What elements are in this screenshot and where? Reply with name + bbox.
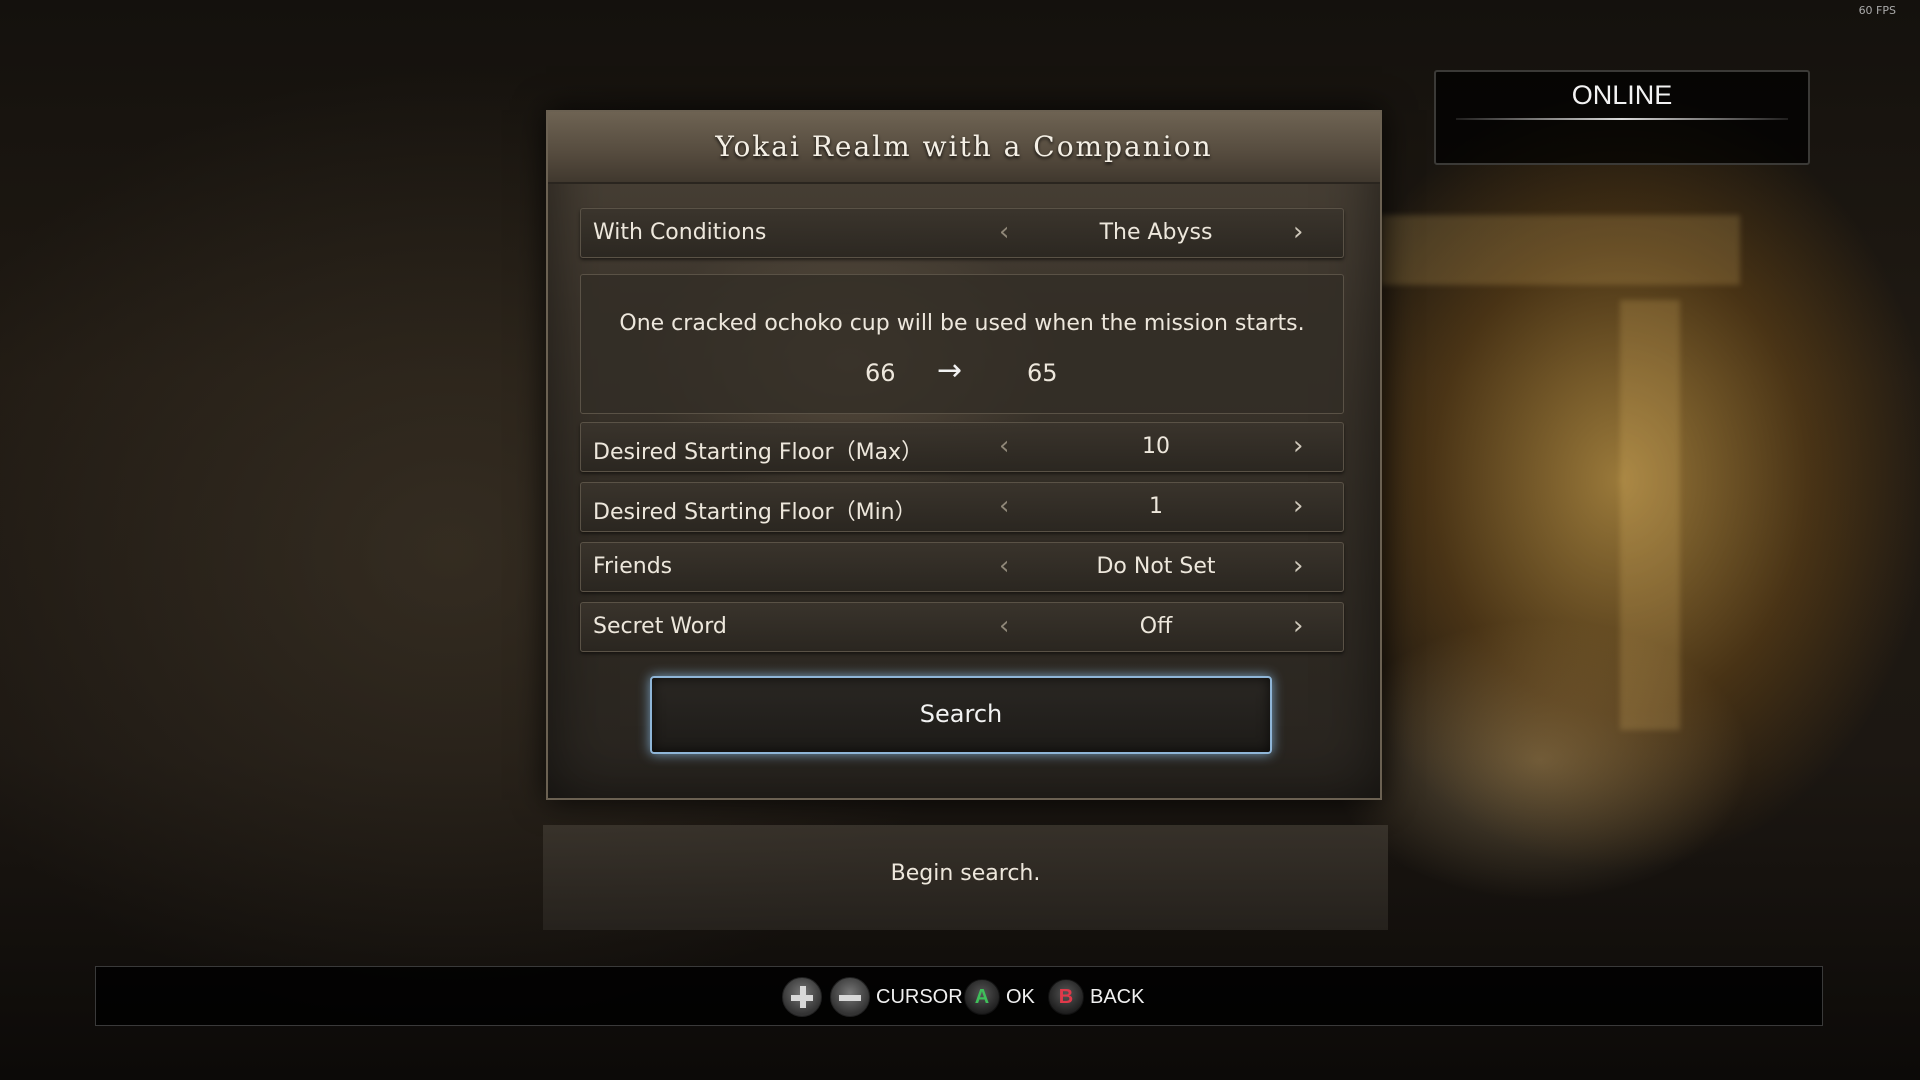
controller-hint-bar: CURSOR A OK B BACK bbox=[95, 966, 1823, 1026]
option-row-friends[interactable]: Friends ‹ Do Not Set › bbox=[580, 542, 1344, 592]
chevron-right-icon[interactable]: › bbox=[1293, 491, 1303, 521]
hint-back-label: BACK bbox=[1090, 985, 1145, 1008]
search-button[interactable]: Search bbox=[650, 676, 1272, 754]
cost-info-box: One cracked ochoko cup will be used when… bbox=[580, 274, 1344, 414]
option-label: Desired Starting Floor（Min） bbox=[593, 500, 917, 525]
option-row-conditions[interactable]: With Conditions ‹ The Abyss › bbox=[580, 208, 1344, 258]
hint-back[interactable]: B BACK bbox=[1048, 977, 1144, 1017]
arrow-right-icon: → bbox=[937, 353, 963, 388]
option-label: Desired Starting Floor（Max） bbox=[593, 440, 924, 465]
option-row-floor-max[interactable]: Desired Starting Floor（Max） ‹ 10 › bbox=[580, 422, 1344, 472]
description-box: Begin search. bbox=[543, 825, 1388, 930]
option-value: 1 bbox=[1149, 494, 1163, 519]
chevron-right-icon[interactable]: › bbox=[1293, 611, 1303, 641]
option-label: Secret Word bbox=[593, 614, 727, 639]
item-count-after: 65 bbox=[1027, 359, 1058, 387]
option-row-secret-word[interactable]: Secret Word ‹ Off › bbox=[580, 602, 1344, 652]
chevron-right-icon[interactable]: › bbox=[1293, 217, 1303, 247]
online-title: ONLINE bbox=[1571, 80, 1673, 110]
dialog-title: Yokai Realm with a Companion bbox=[715, 130, 1213, 163]
option-value: 10 bbox=[1142, 434, 1170, 459]
fps-counter: 60 FPS bbox=[1858, 4, 1896, 17]
chevron-left-icon[interactable]: ‹ bbox=[999, 551, 1009, 581]
option-label: With Conditions bbox=[593, 220, 767, 245]
cost-info-text: One cracked ochoko cup will be used when… bbox=[619, 311, 1305, 336]
option-value: The Abyss bbox=[1099, 220, 1213, 245]
a-button-icon: A bbox=[964, 979, 1000, 1015]
torii-background-pillar bbox=[1620, 300, 1680, 730]
matchmaking-dialog: Yokai Realm with a Companion With Condit… bbox=[546, 110, 1382, 800]
chevron-left-icon[interactable]: ‹ bbox=[999, 431, 1009, 461]
chevron-left-icon[interactable]: ‹ bbox=[999, 491, 1009, 521]
dialog-header: Yokai Realm with a Companion bbox=[548, 112, 1380, 184]
description-text: Begin search. bbox=[890, 861, 1041, 886]
online-divider bbox=[1456, 118, 1788, 120]
hint-cursor: CURSOR bbox=[782, 977, 963, 1017]
chevron-right-icon[interactable]: › bbox=[1293, 551, 1303, 581]
dpad-icon bbox=[782, 977, 822, 1017]
chevron-left-icon[interactable]: ‹ bbox=[999, 611, 1009, 641]
torii-background-beam bbox=[1380, 215, 1740, 285]
option-row-floor-min[interactable]: Desired Starting Floor（Min） ‹ 1 › bbox=[580, 482, 1344, 532]
search-button-label: Search bbox=[919, 700, 1003, 728]
hint-ok[interactable]: A OK bbox=[964, 977, 1035, 1017]
hint-ok-label: OK bbox=[1006, 985, 1035, 1008]
online-status-panel: ONLINE bbox=[1434, 70, 1810, 165]
b-button-icon: B bbox=[1048, 979, 1084, 1015]
item-count-before: 66 bbox=[865, 359, 896, 387]
chevron-right-icon[interactable]: › bbox=[1293, 431, 1303, 461]
chevron-left-icon[interactable]: ‹ bbox=[999, 217, 1009, 247]
option-value: Off bbox=[1139, 614, 1173, 639]
option-value: Do Not Set bbox=[1096, 554, 1216, 579]
dpad-horizontal-icon bbox=[830, 977, 870, 1017]
option-label: Friends bbox=[593, 554, 673, 579]
hint-cursor-label: CURSOR bbox=[876, 985, 963, 1008]
